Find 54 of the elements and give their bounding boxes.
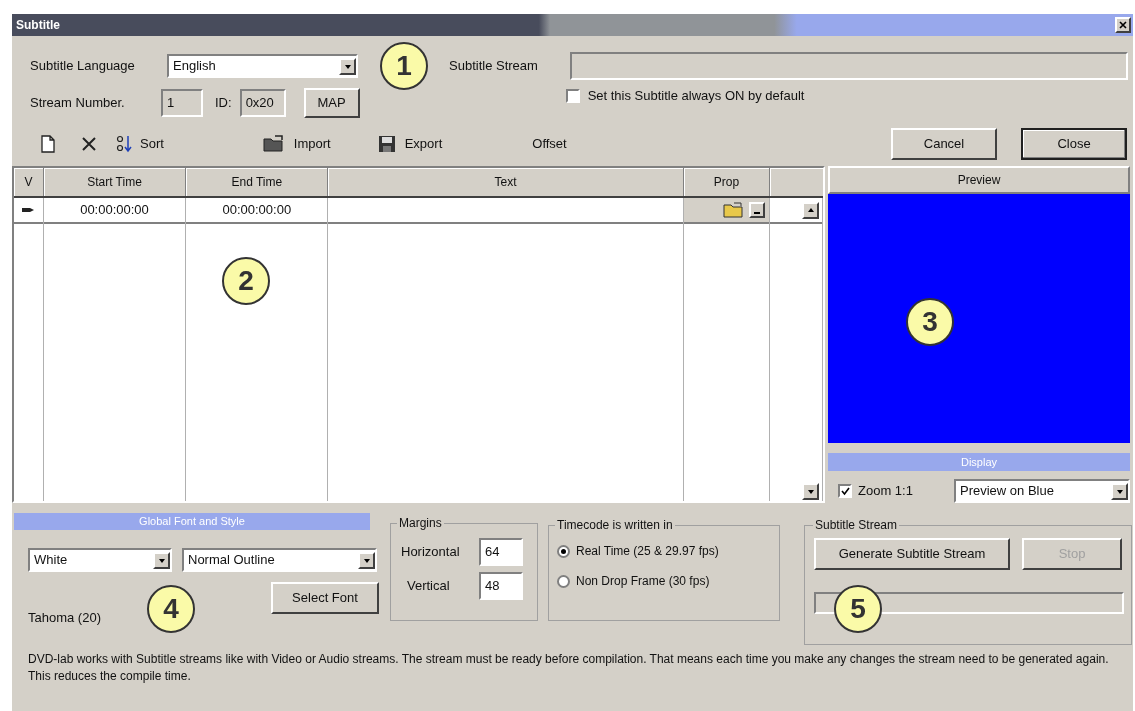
folder-icon — [261, 134, 286, 154]
field-label: Subtitle Stream — [449, 57, 539, 76]
scroll-down-icon[interactable] — [802, 483, 819, 500]
new-page-icon[interactable] — [38, 134, 58, 154]
delete-icon[interactable] — [80, 135, 98, 153]
table-cell: 00:00:00:00 — [186, 198, 328, 224]
close-button[interactable]: Close — [1021, 128, 1127, 160]
stream-number-field[interactable]: 1 — [161, 89, 203, 117]
vertical-margin-field[interactable]: 48 — [479, 572, 523, 600]
checkbox-label: Set this Subtitle always ON by default — [587, 87, 805, 106]
table-cell: 00:00:00:00 — [43, 198, 186, 224]
ellipsis-icon[interactable] — [749, 202, 766, 218]
window-title: Subtitle — [15, 17, 60, 34]
import-button[interactable]: Import — [257, 134, 335, 154]
field-label: Subtitle Language — [30, 57, 136, 76]
column-header[interactable]: V — [14, 168, 44, 196]
checkbox[interactable] — [838, 484, 852, 498]
field-label: ID: — [215, 94, 232, 113]
preview-header: Preview — [828, 166, 1130, 194]
radio-button[interactable] — [557, 574, 570, 588]
offset-label: Offset — [532, 135, 567, 154]
preview-mode-dropdown[interactable]: Preview on Blue — [954, 479, 1130, 503]
help-text: DVD-lab works with Subtitle streams like with Video or Audio streams. The stream must be ready before compilation. That means each time you make any changes the stream need to be generated again. This reduces the compile time. — [27, 651, 1110, 685]
language-dropdown[interactable]: English — [167, 54, 358, 78]
select-font-button[interactable]: Select Font — [271, 582, 379, 614]
scroll-up-icon[interactable] — [802, 201, 819, 219]
column-header[interactable]: Text — [328, 168, 684, 196]
color-dropdown[interactable]: White — [28, 548, 172, 572]
horizontal-margin-field[interactable]: 64 — [479, 538, 523, 566]
sort-icon — [116, 134, 132, 154]
id-field[interactable]: 0x20 — [239, 89, 286, 117]
font-name: Tahoma (20) — [28, 609, 101, 627]
generate-stream-button[interactable]: Generate Subtitle Stream — [814, 538, 1010, 570]
close-icon[interactable] — [1115, 17, 1131, 33]
cancel-button[interactable]: Cancel — [891, 128, 997, 160]
row-pointer-icon — [21, 206, 36, 214]
stream-field[interactable] — [570, 52, 1128, 80]
font-style-header: Global Font and Style — [14, 513, 370, 530]
outline-dropdown[interactable]: Normal Outline — [182, 548, 377, 572]
column-header[interactable]: Prop — [683, 168, 771, 196]
display-header: Display — [828, 453, 1130, 471]
field-label: Stream Number. — [30, 94, 126, 113]
checkbox[interactable] — [565, 89, 580, 103]
field-label: Vertical — [406, 577, 451, 596]
field-label: Horizontal — [401, 543, 461, 562]
export-button[interactable]: Export — [372, 134, 447, 154]
sort-button[interactable]: Sort — [112, 134, 168, 154]
checkbox-label: Zoom 1:1 — [858, 482, 913, 501]
radio-button[interactable] — [557, 544, 570, 558]
column-header[interactable]: End Time — [186, 168, 329, 196]
radio-label: Real Time (25 & 29.97 fps) — [576, 543, 719, 560]
radio-label: Non Drop Frame (30 fps) — [576, 573, 710, 590]
map-button[interactable]: MAP — [303, 88, 360, 118]
column-header[interactable]: Start Time — [43, 168, 187, 196]
